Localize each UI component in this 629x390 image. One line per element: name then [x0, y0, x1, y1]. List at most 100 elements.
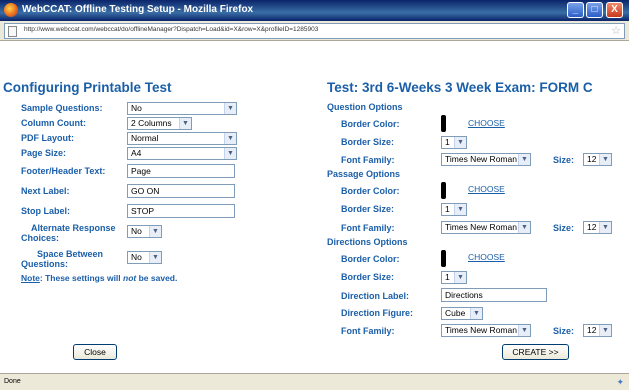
chevron-down-icon: [454, 272, 466, 283]
chevron-down-icon: [224, 148, 236, 159]
p-size-select[interactable]: 12: [583, 221, 612, 234]
alt-response-label-1: Alternate Response: [31, 223, 116, 233]
p-border-size-label: Border Size:: [341, 204, 395, 214]
url-field[interactable]: http://www.webccat.com/webccat/do/offlin…: [4, 23, 625, 39]
status-text: Done: [4, 378, 21, 385]
d-font-family-select[interactable]: Times New Roman: [441, 324, 531, 337]
space-between-label-2: Questions:: [21, 259, 69, 269]
direction-figure-select[interactable]: Cube: [441, 307, 483, 320]
maximize-button[interactable]: □: [586, 2, 603, 18]
next-label-label: Next Label:: [21, 186, 70, 196]
chevron-down-icon: [599, 222, 611, 233]
q-size-label: Size:: [553, 155, 575, 165]
p-border-size-select[interactable]: 1: [441, 203, 467, 216]
column-count-label: Column Count:: [21, 118, 86, 128]
p-choose-link[interactable]: CHOOSE: [468, 184, 505, 194]
q-size-select[interactable]: 12: [583, 153, 612, 166]
space-between-select[interactable]: No: [127, 251, 162, 264]
q-choose-link[interactable]: CHOOSE: [468, 118, 505, 128]
d-color-swatch: [441, 250, 446, 267]
q-border-size-value: 1: [445, 137, 450, 147]
d-size-select[interactable]: 12: [583, 324, 612, 337]
sample-questions-select[interactable]: No: [127, 102, 237, 115]
settings-note: Note: These settings will not be saved.: [21, 273, 177, 283]
chevron-down-icon: [224, 133, 236, 144]
page-size-select[interactable]: A4: [127, 147, 237, 160]
note-em: not: [123, 273, 137, 283]
next-label-input[interactable]: GO ON: [127, 184, 235, 198]
alt-response-value: No: [131, 226, 142, 236]
direction-label-label: Direction Label:: [341, 291, 410, 301]
note-prefix: Note: [21, 273, 40, 283]
chevron-down-icon: [518, 325, 530, 336]
chevron-down-icon: [179, 118, 191, 129]
sample-questions-label: Sample Questions:: [21, 103, 103, 113]
q-font-family-label: Font Family:: [341, 155, 395, 165]
p-font-family-value: Times New Roman: [445, 222, 517, 232]
q-font-family-value: Times New Roman: [445, 154, 517, 164]
p-font-family-select[interactable]: Times New Roman: [441, 221, 531, 234]
chevron-down-icon: [454, 204, 466, 215]
page-size-value: A4: [131, 148, 142, 158]
page-icon: [8, 26, 17, 37]
d-font-family-label: Font Family:: [341, 326, 395, 336]
window-title: WebCCAT: Offline Testing Setup - Mozilla…: [22, 4, 254, 15]
direction-figure-value: Cube: [445, 308, 466, 318]
column-count-select[interactable]: 2 Columns: [127, 117, 192, 130]
close-window-button[interactable]: X: [606, 2, 623, 18]
q-size-value: 12: [587, 154, 597, 164]
close-button[interactable]: Close: [73, 344, 117, 360]
q-font-family-select[interactable]: Times New Roman: [441, 153, 531, 166]
d-size-value: 12: [587, 325, 597, 335]
url-text: http://www.webccat.com/webccat/do/offlin…: [24, 26, 319, 33]
passage-options-title: Passage Options: [327, 169, 401, 179]
space-between-label-1: Space Between: [37, 249, 104, 259]
d-choose-link[interactable]: CHOOSE: [468, 252, 505, 262]
column-count-value: 2 Columns: [131, 118, 172, 128]
stop-label-label: Stop Label:: [21, 206, 70, 216]
stop-label-input[interactable]: STOP: [127, 204, 235, 218]
sample-questions-value: No: [131, 103, 142, 113]
status-bar: Done ✦: [0, 373, 629, 390]
pdf-layout-label: PDF Layout:: [21, 133, 74, 143]
chevron-down-icon: [454, 137, 466, 148]
direction-figure-label: Direction Figure:: [341, 308, 414, 318]
d-border-size-value: 1: [445, 272, 450, 282]
d-border-size-select[interactable]: 1: [441, 271, 467, 284]
chevron-down-icon: [599, 154, 611, 165]
space-between-value: No: [131, 252, 142, 262]
q-border-size-select[interactable]: 1: [441, 136, 467, 149]
p-color-swatch: [441, 182, 446, 199]
note-part2: be saved.: [136, 273, 178, 283]
chevron-down-icon: [599, 325, 611, 336]
question-options-title: Question Options: [327, 102, 403, 112]
bookmark-star-icon[interactable]: ☆: [611, 24, 621, 37]
p-border-size-value: 1: [445, 204, 450, 214]
address-bar: http://www.webccat.com/webccat/do/offlin…: [0, 21, 629, 41]
left-heading: Configuring Printable Test: [3, 80, 172, 95]
q-border-size-label: Border Size:: [341, 137, 395, 147]
minimize-button[interactable]: _: [567, 2, 584, 18]
alt-response-label-2: Choices:: [21, 233, 60, 243]
chevron-down-icon: [224, 103, 236, 114]
page-size-label: Page Size:: [21, 148, 67, 158]
p-border-color-label: Border Color:: [341, 186, 400, 196]
create-button[interactable]: CREATE >>: [502, 344, 569, 360]
p-font-family-label: Font Family:: [341, 223, 395, 233]
q-border-color-label: Border Color:: [341, 119, 400, 129]
d-font-family-value: Times New Roman: [445, 325, 517, 335]
window-titlebar: WebCCAT: Offline Testing Setup - Mozilla…: [0, 0, 629, 21]
footer-header-input[interactable]: Page: [127, 164, 235, 178]
alt-response-select[interactable]: No: [127, 225, 162, 238]
direction-label-input[interactable]: Directions: [441, 288, 547, 302]
d-size-label: Size:: [553, 326, 575, 336]
directions-options-title: Directions Options: [327, 237, 408, 247]
p-size-value: 12: [587, 222, 597, 232]
chevron-down-icon: [518, 154, 530, 165]
firefox-logo-icon: [4, 3, 18, 17]
chevron-down-icon: [518, 222, 530, 233]
footer-header-label: Footer/Header Text:: [21, 166, 106, 176]
note-part1: : These settings will: [39, 273, 124, 283]
pdf-layout-select[interactable]: Normal: [127, 132, 237, 145]
q-color-swatch: [441, 115, 446, 132]
